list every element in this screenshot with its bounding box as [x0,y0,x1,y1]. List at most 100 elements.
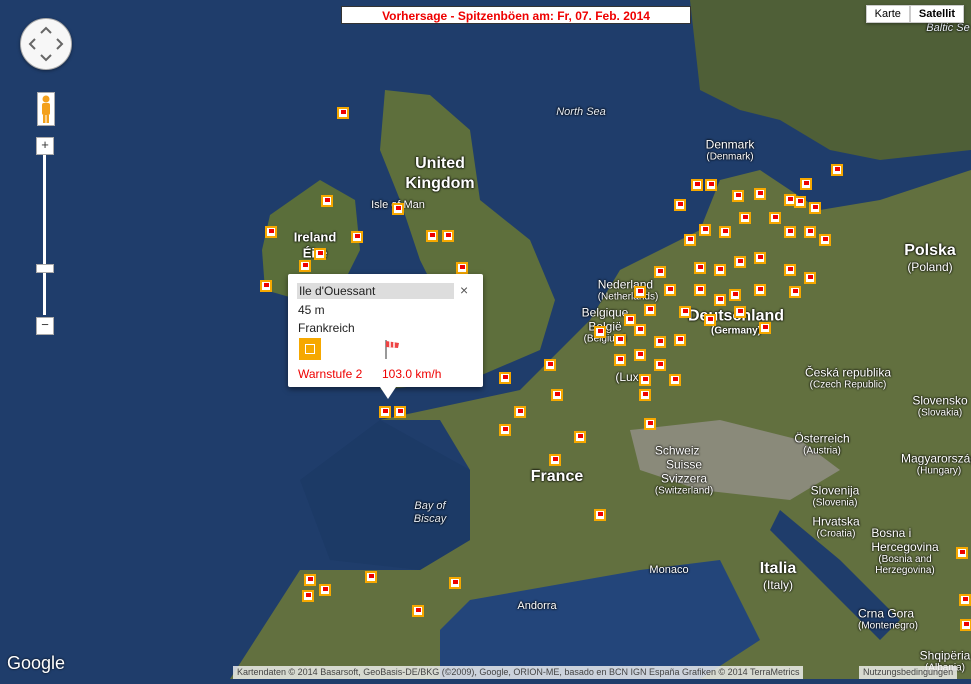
map-type-karte-button[interactable]: Karte [865,5,910,23]
station-marker[interactable] [551,389,563,401]
station-marker[interactable] [594,326,606,338]
station-marker[interactable] [784,226,796,238]
station-marker[interactable] [634,324,646,336]
station-marker[interactable] [644,304,656,316]
terms-link[interactable]: Nutzungsbedingungen [859,666,958,679]
label-slovensko: Slovensko (Slovakia) [912,393,968,419]
station-altitude: 45 m [298,303,325,317]
station-marker[interactable] [379,406,391,418]
windsock-icon [383,338,403,360]
station-marker[interactable] [956,547,968,559]
station-marker[interactable] [754,284,766,296]
station-marker[interactable] [654,336,666,348]
station-marker[interactable] [734,306,746,318]
station-marker[interactable] [679,306,691,318]
station-marker[interactable] [639,374,651,386]
station-marker[interactable] [669,374,681,386]
station-marker[interactable] [614,354,626,366]
station-marker[interactable] [694,284,706,296]
label-magyar: Magyarország (Hungary) [900,451,971,477]
station-marker[interactable] [809,202,821,214]
station-marker[interactable] [754,252,766,264]
station-marker[interactable] [337,107,349,119]
label-france: France [530,468,584,485]
station-marker[interactable] [705,179,717,191]
station-marker[interactable] [499,424,511,436]
station-marker[interactable] [265,226,277,238]
station-marker[interactable] [960,619,971,631]
station-marker[interactable] [302,590,314,602]
station-marker[interactable] [684,234,696,246]
station-marker[interactable] [664,284,676,296]
zoom-slider-handle[interactable] [36,264,54,273]
station-marker[interactable] [426,230,438,242]
label-andorra: Andorra [517,600,557,612]
station-marker[interactable] [694,262,706,274]
station-marker[interactable] [514,406,526,418]
zoom-in-button[interactable]: + [36,137,54,155]
station-marker[interactable] [614,334,626,346]
station-marker[interactable] [412,605,424,617]
station-marker[interactable] [321,195,333,207]
station-marker[interactable] [714,294,726,306]
station-marker[interactable] [794,196,806,208]
station-marker[interactable] [654,266,666,278]
zoom-track[interactable] [43,155,46,315]
station-marker[interactable] [800,178,812,190]
station-marker[interactable] [549,454,561,466]
popup-close-button[interactable]: × [460,282,468,298]
station-marker[interactable] [759,322,771,334]
station-marker[interactable] [634,349,646,361]
station-marker[interactable] [804,226,816,238]
map-attribution: Kartendaten © 2014 Basarsoft, GeoBasis-D… [233,666,804,679]
station-marker[interactable] [442,230,454,242]
station-marker[interactable] [654,359,666,371]
station-marker[interactable] [634,286,646,298]
station-marker[interactable] [351,231,363,243]
station-marker[interactable] [734,256,746,268]
station-marker[interactable] [304,574,316,586]
station-marker[interactable] [729,289,741,301]
map-background [0,0,971,679]
station-marker[interactable] [831,164,843,176]
station-marker[interactable] [739,212,751,224]
station-marker[interactable] [319,584,331,596]
map-type-satellite-button[interactable]: Satellit [909,5,964,23]
street-view-pegman[interactable] [37,92,55,126]
station-marker[interactable] [639,389,651,401]
station-marker[interactable] [314,248,326,260]
station-marker[interactable] [819,234,831,246]
station-marker[interactable] [499,372,511,384]
label-osterreich: Österreich (Austria) [794,431,850,457]
station-marker[interactable] [732,190,744,202]
station-marker[interactable] [789,286,801,298]
pan-control[interactable] [20,18,72,70]
station-marker[interactable] [704,314,716,326]
station-marker[interactable] [674,199,686,211]
station-marker[interactable] [394,406,406,418]
station-marker[interactable] [365,571,377,583]
station-marker[interactable] [719,226,731,238]
station-marker[interactable] [594,509,606,521]
satellite-map[interactable] [0,0,971,679]
label-monaco: Monaco [649,564,689,576]
station-marker[interactable] [392,203,404,215]
station-marker[interactable] [959,594,971,606]
station-marker[interactable] [754,188,766,200]
station-marker[interactable] [544,359,556,371]
zoom-out-button[interactable]: − [36,317,54,335]
station-marker[interactable] [691,179,703,191]
station-marker[interactable] [784,264,796,276]
station-marker[interactable] [574,431,586,443]
label-denmark: Denmark (Denmark) [705,137,755,163]
station-marker[interactable] [456,262,468,274]
station-marker[interactable] [699,224,711,236]
station-marker[interactable] [804,272,816,284]
station-marker[interactable] [260,280,272,292]
station-marker[interactable] [449,577,461,589]
station-marker[interactable] [644,418,656,430]
station-marker[interactable] [769,212,781,224]
station-marker[interactable] [714,264,726,276]
station-marker[interactable] [299,260,311,272]
station-marker[interactable] [674,334,686,346]
